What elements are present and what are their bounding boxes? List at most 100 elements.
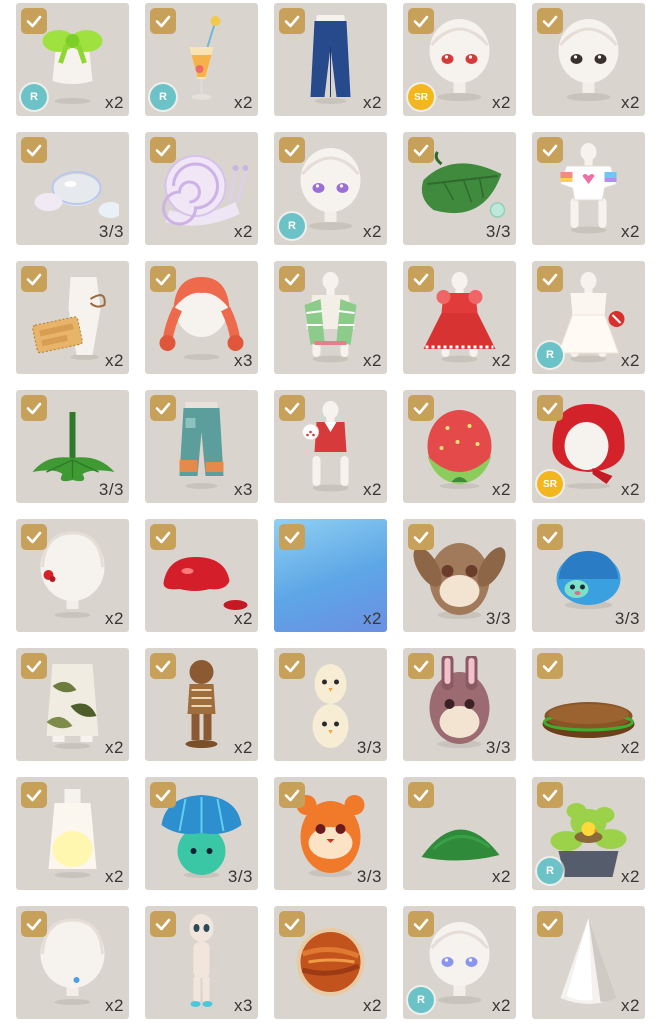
rarity-badge: SR: [408, 84, 434, 110]
item-tile[interactable]: x2: [274, 906, 387, 1019]
item-tile[interactable]: SR x2: [532, 390, 645, 503]
item-tile[interactable]: Rx2: [403, 906, 516, 1019]
checkmark-icon[interactable]: [537, 395, 563, 421]
checkmark-icon[interactable]: [279, 782, 305, 808]
checkmark-icon[interactable]: [21, 266, 47, 292]
checkmark-icon[interactable]: [408, 395, 434, 421]
checkmark-icon[interactable]: [21, 653, 47, 679]
item-quantity: x2: [492, 996, 511, 1015]
item-tile[interactable]: Rx2: [16, 3, 129, 116]
checkmark-icon[interactable]: [21, 524, 47, 550]
item-tile[interactable]: Rx2: [532, 261, 645, 374]
item-tile[interactable]: 3/3: [16, 132, 129, 245]
item-tile[interactable]: x2: [145, 132, 258, 245]
item-tile[interactable]: x2: [16, 906, 129, 1019]
item-tile[interactable]: x2: [16, 648, 129, 761]
checkmark-icon[interactable]: [21, 782, 47, 808]
checkmark-icon[interactable]: [408, 137, 434, 163]
checkmark-icon[interactable]: [150, 137, 176, 163]
item-tile[interactable]: 3/3: [145, 777, 258, 890]
item-tile[interactable]: x2: [16, 519, 129, 632]
item-tile[interactable]: x3: [145, 390, 258, 503]
checkmark-icon[interactable]: [408, 653, 434, 679]
item-tile[interactable]: x3: [145, 261, 258, 374]
checkmark-icon[interactable]: [150, 653, 176, 679]
item-quantity: x2: [234, 222, 253, 241]
item-quantity: 3/3: [227, 867, 253, 886]
item-tile[interactable]: x2: [16, 261, 129, 374]
checkmark-icon[interactable]: [537, 524, 563, 550]
item-tile[interactable]: 3/3: [403, 648, 516, 761]
checkmark-icon[interactable]: [537, 8, 563, 34]
item-tile[interactable]: Rx2: [532, 777, 645, 890]
item-quantity: x3: [234, 996, 253, 1015]
item-tile[interactable]: x2: [274, 3, 387, 116]
rarity-badge: R: [279, 213, 305, 239]
item-quantity: 3/3: [356, 738, 382, 757]
checkmark-icon[interactable]: [150, 911, 176, 937]
item-tile[interactable]: x2: [532, 3, 645, 116]
checkmark-icon[interactable]: [21, 137, 47, 163]
checkmark-icon[interactable]: [21, 395, 47, 421]
checkmark-icon[interactable]: [150, 782, 176, 808]
item-tile[interactable]: Rx2: [274, 132, 387, 245]
checkmark-icon[interactable]: [279, 137, 305, 163]
item-quantity: x2: [621, 351, 640, 370]
item-quantity: x2: [234, 738, 253, 757]
item-tile[interactable]: x2: [532, 648, 645, 761]
item-quantity: x2: [105, 609, 124, 628]
item-tile[interactable]: x2: [16, 777, 129, 890]
checkmark-icon[interactable]: [21, 8, 47, 34]
item-tile[interactable]: 3/3: [403, 132, 516, 245]
checkmark-icon[interactable]: [150, 8, 176, 34]
checkmark-icon[interactable]: [537, 911, 563, 937]
item-quantity: x2: [363, 996, 382, 1015]
item-tile[interactable]: 3/3: [274, 648, 387, 761]
checkmark-icon[interactable]: [537, 266, 563, 292]
item-quantity: 3/3: [98, 480, 124, 499]
rarity-badge: SR: [537, 471, 563, 497]
checkmark-icon[interactable]: [279, 266, 305, 292]
item-tile[interactable]: 3/3: [403, 519, 516, 632]
item-tile[interactable]: Rx2: [145, 3, 258, 116]
item-tile[interactable]: x2: [145, 519, 258, 632]
item-tile[interactable]: 3/3: [274, 777, 387, 890]
checkmark-icon[interactable]: [408, 782, 434, 808]
checkmark-icon[interactable]: [408, 524, 434, 550]
checkmark-icon[interactable]: [279, 8, 305, 34]
checkmark-icon[interactable]: [279, 395, 305, 421]
item-tile[interactable]: x2: [403, 261, 516, 374]
item-quantity: 3/3: [614, 609, 640, 628]
item-tile[interactable]: 3/3: [16, 390, 129, 503]
checkmark-icon[interactable]: [150, 395, 176, 421]
checkmark-icon[interactable]: [408, 8, 434, 34]
item-tile[interactable]: x2: [274, 261, 387, 374]
checkmark-icon[interactable]: [408, 911, 434, 937]
item-quantity: x2: [105, 93, 124, 112]
item-quantity: x2: [234, 93, 253, 112]
checkmark-icon[interactable]: [537, 782, 563, 808]
checkmark-icon[interactable]: [537, 137, 563, 163]
item-tile[interactable]: x2: [532, 906, 645, 1019]
item-tile[interactable]: SR x2: [403, 3, 516, 116]
item-tile[interactable]: x2: [403, 390, 516, 503]
item-quantity: 3/3: [485, 738, 511, 757]
checkmark-icon[interactable]: [279, 653, 305, 679]
item-quantity: x2: [492, 867, 511, 886]
checkmark-icon[interactable]: [21, 911, 47, 937]
item-tile[interactable]: x2: [145, 648, 258, 761]
item-tile[interactable]: 3/3: [532, 519, 645, 632]
item-tile[interactable]: x2: [532, 132, 645, 245]
checkmark-icon[interactable]: [150, 524, 176, 550]
item-tile[interactable]: x3: [145, 906, 258, 1019]
checkmark-icon[interactable]: [279, 911, 305, 937]
item-tile[interactable]: x2: [403, 777, 516, 890]
checkmark-icon[interactable]: [279, 524, 305, 550]
item-tile[interactable]: x2: [274, 390, 387, 503]
item-tile[interactable]: x2: [274, 519, 387, 632]
item-quantity: x2: [363, 480, 382, 499]
item-quantity: x2: [363, 351, 382, 370]
checkmark-icon[interactable]: [408, 266, 434, 292]
checkmark-icon[interactable]: [150, 266, 176, 292]
checkmark-icon[interactable]: [537, 653, 563, 679]
